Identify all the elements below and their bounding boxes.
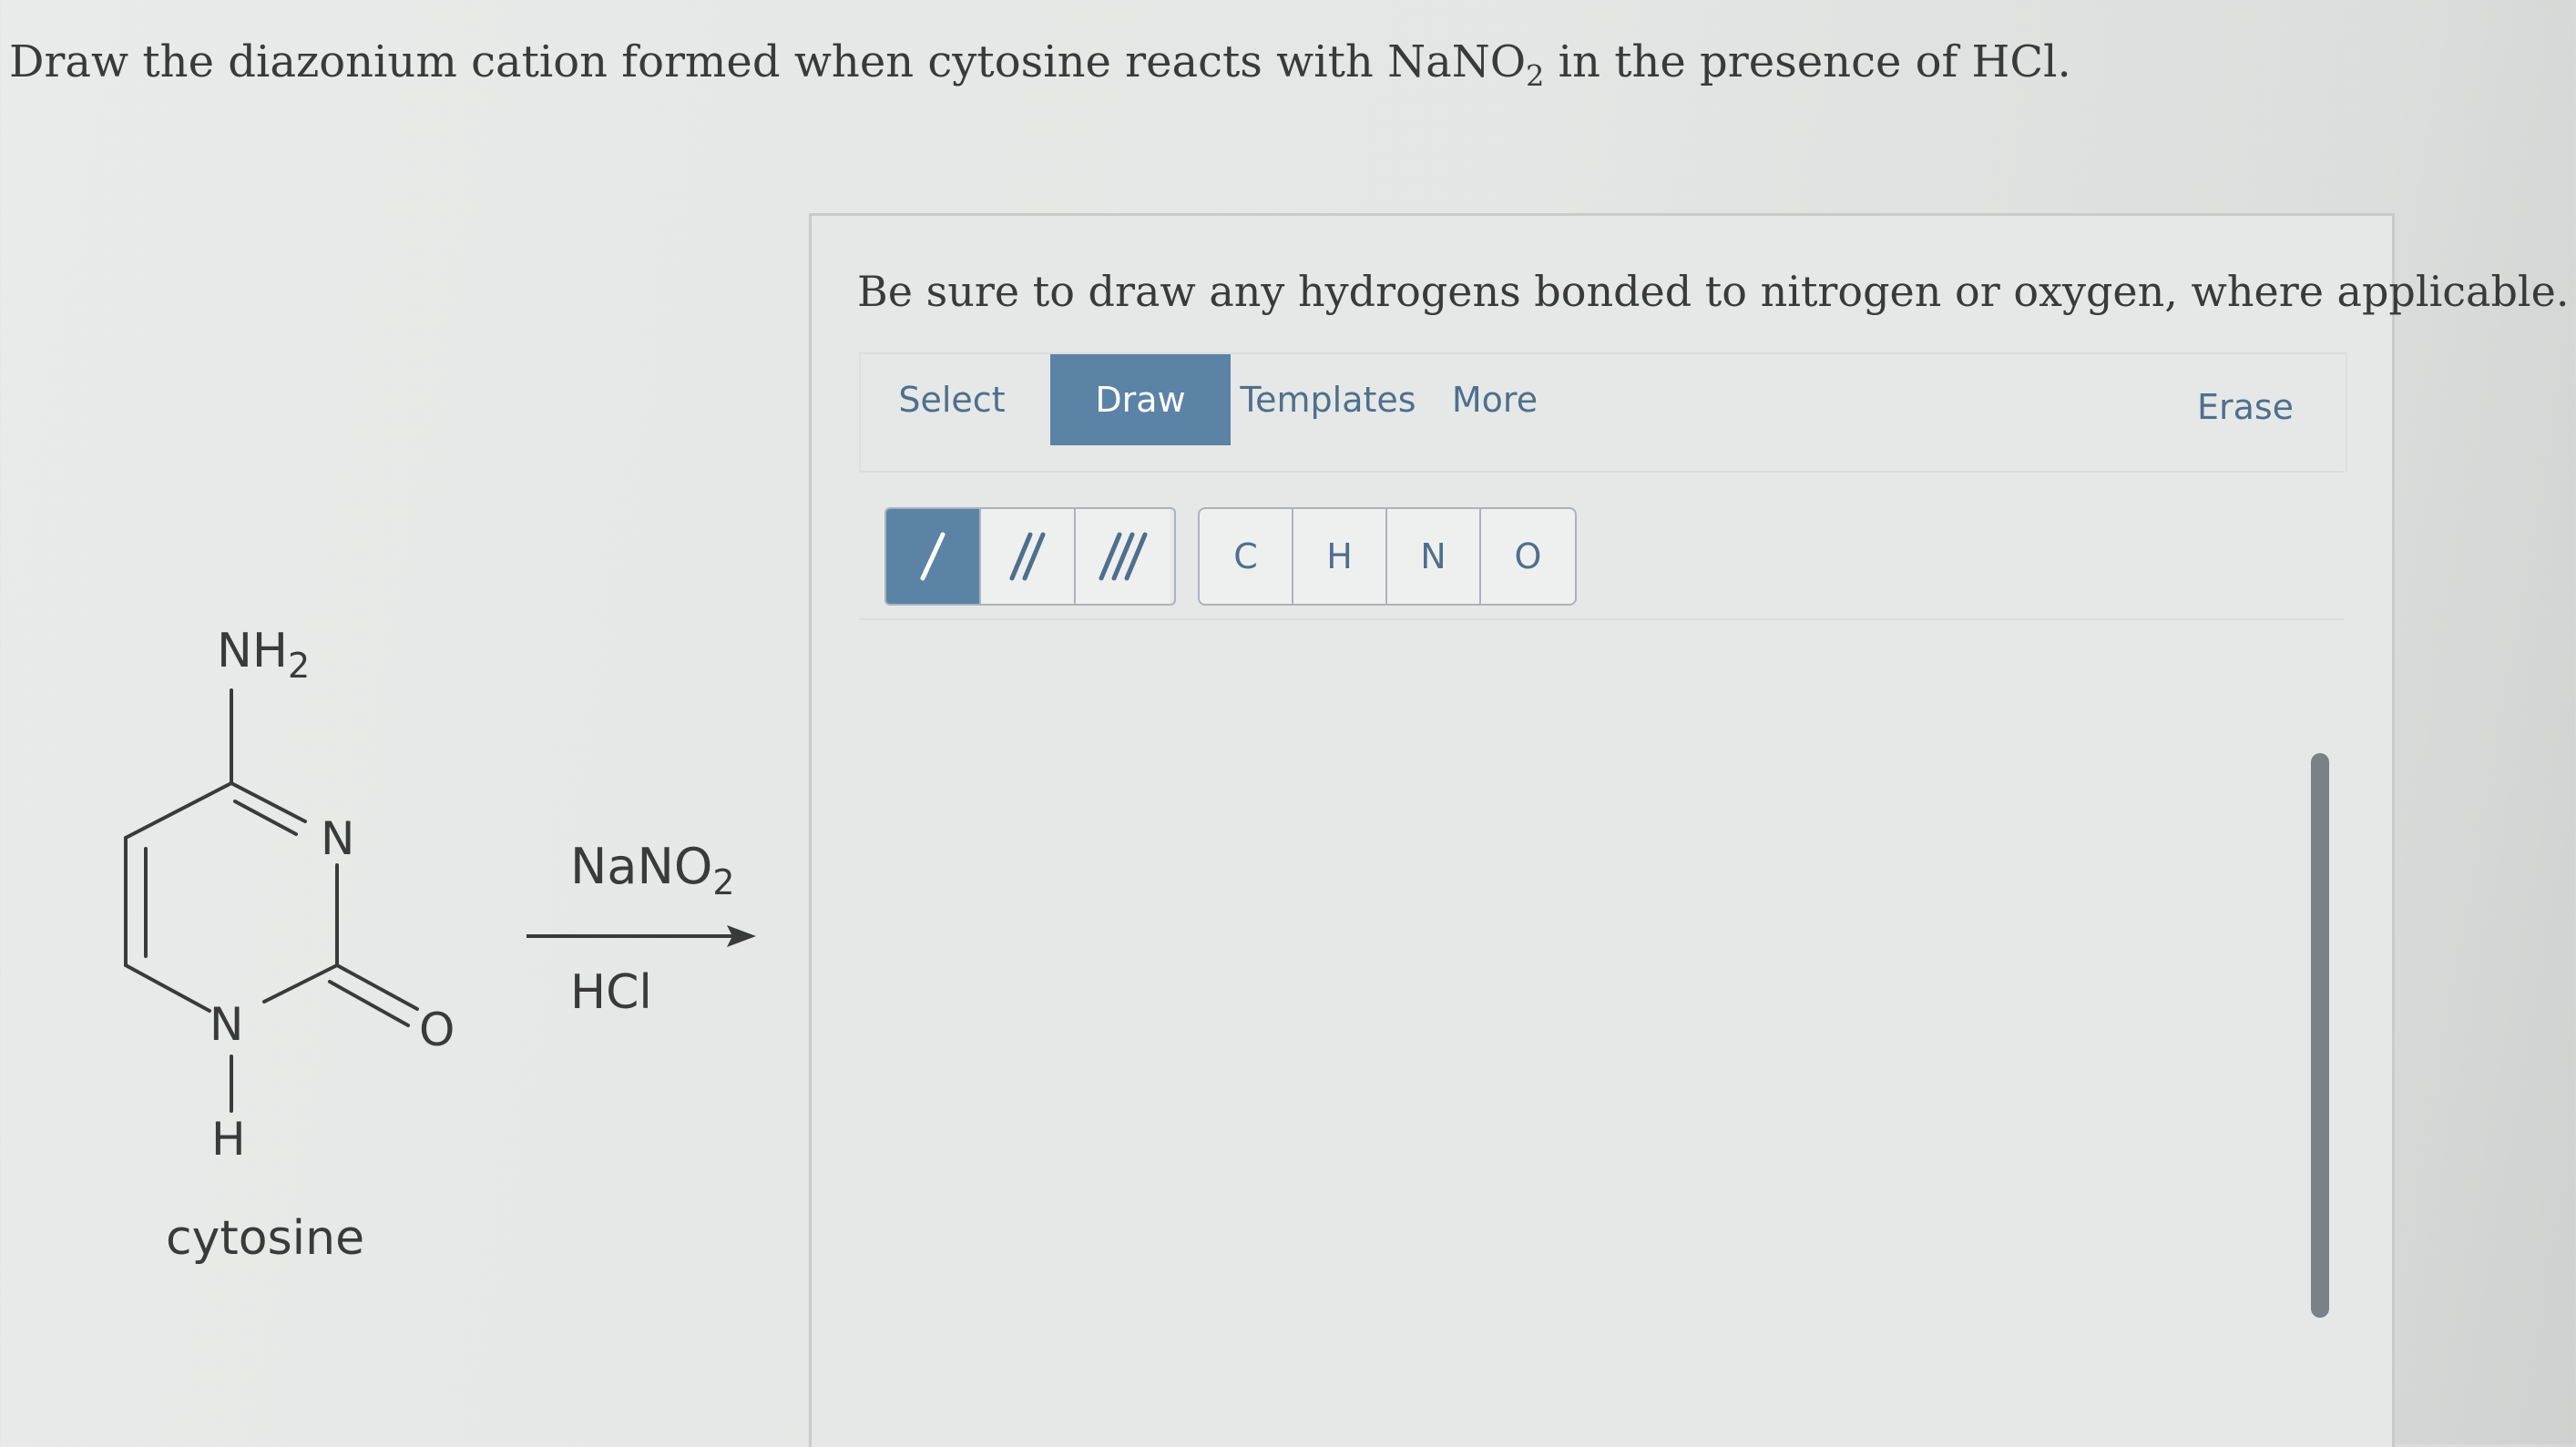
ring-double-bond [233, 800, 298, 836]
double-bond-icon [1009, 532, 1046, 581]
ring-bond [230, 781, 307, 823]
question-text: Draw the diazonium cation formed when cy… [9, 36, 2071, 94]
molecule-caption: cytosine [166, 1211, 365, 1266]
tab-draw[interactable]: Draw [1050, 354, 1231, 445]
ring-bond [262, 963, 339, 1004]
atom-tool-group: C H N O [1198, 507, 1577, 606]
erase-button[interactable]: Erase [2163, 362, 2327, 453]
ring-nitrogen-label: N [210, 998, 243, 1051]
panel-instruction: Be sure to draw any hydrogens bonded to … [857, 267, 2570, 316]
canvas-scrollbar[interactable] [2311, 753, 2329, 1318]
drawing-panel: Be sure to draw any hydrogens bonded to … [809, 213, 2570, 1447]
reaction-arrow-icon [526, 925, 756, 947]
atom-nitrogen-button[interactable]: N [1387, 509, 1481, 604]
double-bond-button[interactable] [981, 509, 1076, 604]
reagent-bottom: HCl [570, 965, 652, 1020]
carbonyl-double-bond [328, 980, 410, 1027]
tab-select[interactable]: Select [861, 354, 1043, 445]
ring-nitrogen-label: N [321, 812, 354, 865]
oxygen-label: O [419, 1004, 455, 1056]
atom-oxygen-button[interactable]: O [1481, 509, 1575, 604]
carbonyl-bond [335, 963, 419, 1011]
atom-hydrogen-button[interactable]: H [1293, 509, 1387, 604]
tab-templates[interactable]: Templates [1232, 354, 1424, 445]
triple-bond-button[interactable] [1076, 509, 1170, 604]
tool-area: C H N O [859, 471, 2344, 620]
atom-carbon-button[interactable]: C [1200, 509, 1293, 604]
amine-label: NH2 [217, 624, 310, 686]
single-bond-button[interactable] [886, 509, 981, 604]
tab-more[interactable]: More [1431, 354, 1559, 445]
single-bond-icon [920, 532, 946, 581]
ring-bond [124, 781, 233, 840]
reagent-top: NaNO2 [570, 838, 735, 902]
toolbar: Select Draw Templates More Erase [859, 352, 2347, 473]
triple-bond-icon [1099, 532, 1148, 581]
ring-bond [124, 963, 211, 1013]
hydrogen-label: H [211, 1113, 246, 1166]
bond-tool-group [884, 507, 1176, 606]
